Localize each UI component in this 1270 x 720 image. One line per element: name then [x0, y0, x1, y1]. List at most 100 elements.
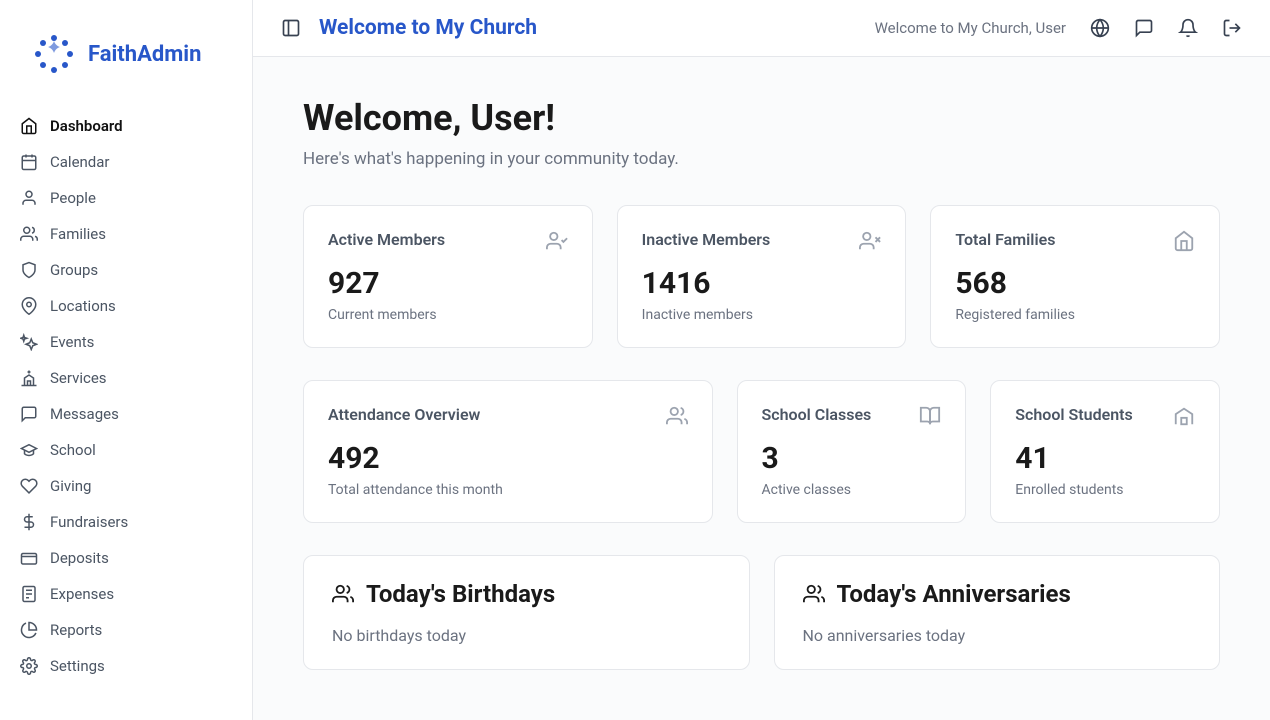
sidebar-item-expenses[interactable]: Expenses — [14, 576, 238, 612]
welcome-title: Welcome, User! — [303, 97, 1220, 139]
user-check-icon — [546, 230, 568, 252]
card-value: 41 — [1015, 441, 1195, 476]
card-school-students[interactable]: School Students 41 Enrolled students — [990, 380, 1220, 523]
user-icon — [20, 189, 38, 207]
card-title: Attendance Overview — [328, 405, 480, 424]
sidebar-nav: Dashboard Calendar People Families Group… — [0, 108, 252, 684]
card-school-classes[interactable]: School Classes 3 Active classes — [737, 380, 967, 523]
nav-label: Fundraisers — [50, 513, 128, 531]
card-desc: Total attendance this month — [328, 482, 688, 498]
card-desc: Active classes — [762, 482, 942, 498]
card-anniversaries: Today's Anniversaries No anniversaries t… — [774, 555, 1221, 670]
piechart-icon — [20, 621, 38, 639]
nav-label: Services — [50, 369, 107, 387]
logo-icon — [30, 30, 78, 78]
card-active-members[interactable]: Active Members 927 Current members — [303, 205, 593, 348]
brand-logo[interactable]: FaithAdmin — [0, 20, 252, 108]
sidebar-item-services[interactable]: Services — [14, 360, 238, 396]
panel-toggle-icon[interactable] — [281, 18, 301, 38]
card-title: Inactive Members — [642, 230, 771, 249]
welcome-subtitle: Here's what's happening in your communit… — [303, 149, 1220, 169]
card-total-families[interactable]: Total Families 568 Registered families — [930, 205, 1220, 348]
home-icon — [1173, 230, 1195, 252]
topbar: Welcome to My Church Welcome to My Churc… — [253, 0, 1270, 57]
nav-label: Giving — [50, 477, 91, 495]
church-icon — [20, 369, 38, 387]
sidebar-item-dashboard[interactable]: Dashboard — [14, 108, 238, 144]
nav-label: Calendar — [50, 153, 110, 171]
sidebar-item-deposits[interactable]: Deposits — [14, 540, 238, 576]
stats-row-1: Active Members 927 Current members Inact… — [303, 205, 1220, 348]
nav-label: Dashboard — [50, 117, 123, 135]
school-icon — [1173, 405, 1195, 427]
card-desc: Registered families — [955, 307, 1195, 323]
card-value: 492 — [328, 441, 688, 476]
users-icon — [20, 225, 38, 243]
sidebar-item-locations[interactable]: Locations — [14, 288, 238, 324]
card-birthdays: Today's Birthdays No birthdays today — [303, 555, 750, 670]
content: Welcome, User! Here's what's happening i… — [253, 57, 1270, 720]
logout-icon[interactable] — [1222, 18, 1242, 38]
dollar-icon — [20, 513, 38, 531]
nav-label: Messages — [50, 405, 119, 423]
nav-label: People — [50, 189, 96, 207]
sidebar: FaithAdmin Dashboard Calendar People Fam… — [0, 0, 253, 720]
events-row: Today's Birthdays No birthdays today Tod… — [303, 555, 1220, 670]
event-title: Today's Anniversaries — [837, 580, 1071, 608]
nav-label: Locations — [50, 297, 116, 315]
globe-icon[interactable] — [1090, 18, 1110, 38]
nav-label: School — [50, 441, 96, 459]
nav-label: Settings — [50, 657, 105, 675]
card-value: 568 — [955, 266, 1195, 301]
book-icon — [919, 405, 941, 427]
sidebar-item-messages[interactable]: Messages — [14, 396, 238, 432]
card-desc: Enrolled students — [1015, 482, 1195, 498]
card-desc: Inactive members — [642, 307, 882, 323]
users-icon — [803, 583, 825, 605]
bell-icon[interactable] — [1178, 18, 1198, 38]
event-title: Today's Birthdays — [366, 580, 555, 608]
wallet-icon — [20, 549, 38, 567]
graduation-icon — [20, 441, 38, 459]
chat-icon[interactable] — [1134, 18, 1154, 38]
sidebar-item-groups[interactable]: Groups — [14, 252, 238, 288]
event-empty-text: No birthdays today — [332, 626, 721, 645]
shield-icon — [20, 261, 38, 279]
nav-label: Groups — [50, 261, 98, 279]
card-title: School Students — [1015, 405, 1133, 424]
sidebar-item-calendar[interactable]: Calendar — [14, 144, 238, 180]
nav-label: Expenses — [50, 585, 114, 603]
sidebar-item-reports[interactable]: Reports — [14, 612, 238, 648]
card-inactive-members[interactable]: Inactive Members 1416 Inactive members — [617, 205, 907, 348]
topbar-greeting: Welcome to My Church, User — [875, 19, 1066, 37]
sidebar-item-settings[interactable]: Settings — [14, 648, 238, 684]
sparkle-icon — [20, 333, 38, 351]
users-icon — [332, 583, 354, 605]
pin-icon — [20, 297, 38, 315]
sidebar-item-people[interactable]: People — [14, 180, 238, 216]
stats-row-2: Attendance Overview 492 Total attendance… — [303, 380, 1220, 523]
sidebar-item-giving[interactable]: Giving — [14, 468, 238, 504]
brand-name: FaithAdmin — [88, 42, 201, 67]
sidebar-item-families[interactable]: Families — [14, 216, 238, 252]
main: Welcome to My Church Welcome to My Churc… — [253, 0, 1270, 720]
card-title: Active Members — [328, 230, 445, 249]
page-title: Welcome to My Church — [319, 16, 537, 40]
sidebar-item-events[interactable]: Events — [14, 324, 238, 360]
card-desc: Current members — [328, 307, 568, 323]
nav-label: Reports — [50, 621, 102, 639]
card-value: 1416 — [642, 266, 882, 301]
heart-icon — [20, 477, 38, 495]
receipt-icon — [20, 585, 38, 603]
sidebar-item-school[interactable]: School — [14, 432, 238, 468]
card-title: School Classes — [762, 405, 872, 424]
nav-label: Families — [50, 225, 106, 243]
card-attendance[interactable]: Attendance Overview 492 Total attendance… — [303, 380, 713, 523]
sidebar-item-fundraisers[interactable]: Fundraisers — [14, 504, 238, 540]
card-value: 927 — [328, 266, 568, 301]
card-value: 3 — [762, 441, 942, 476]
nav-label: Events — [50, 333, 94, 351]
message-icon — [20, 405, 38, 423]
event-empty-text: No anniversaries today — [803, 626, 1192, 645]
home-icon — [20, 117, 38, 135]
